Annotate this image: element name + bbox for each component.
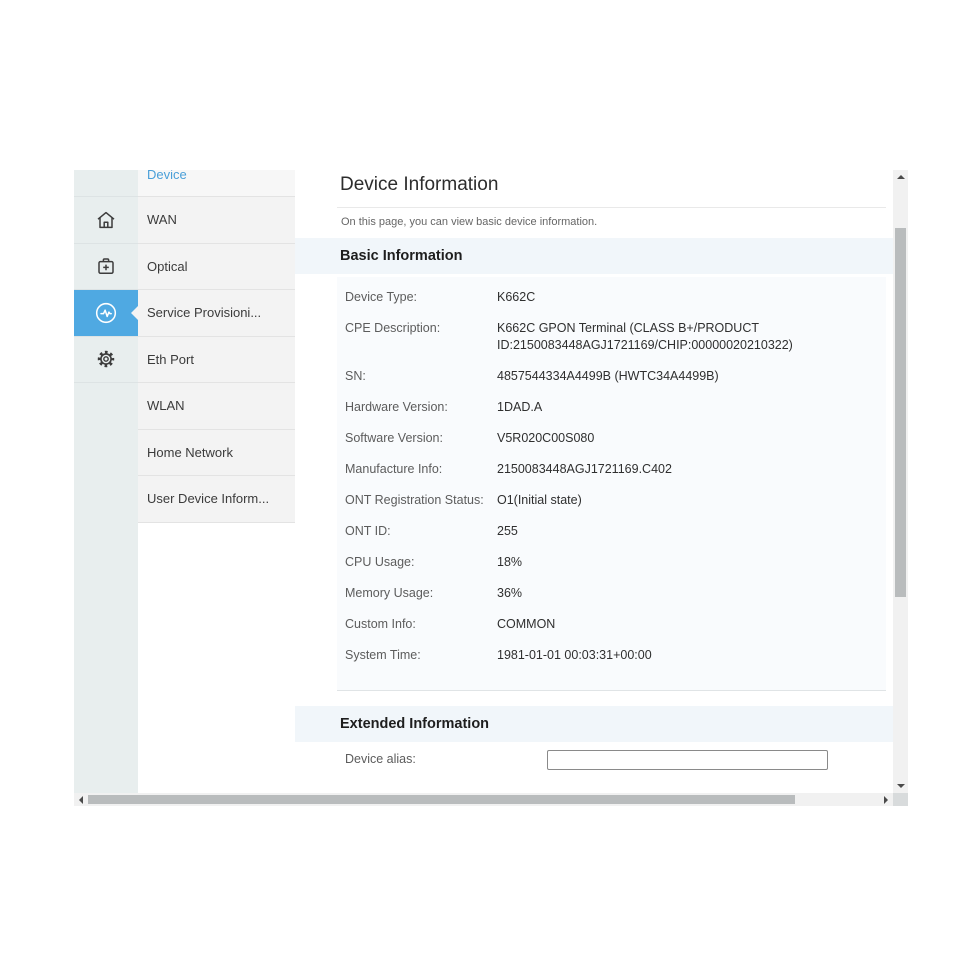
field-value: 1981-01-01 00:03:31+00:00 xyxy=(497,647,877,664)
rail-item-settings[interactable] xyxy=(74,337,138,384)
sidebar-item-optical[interactable]: Optical xyxy=(138,244,295,291)
field-label: Device Type: xyxy=(345,289,497,306)
scroll-down-button[interactable] xyxy=(893,779,908,793)
field-value: 2150083448AGJ1721169.C402 xyxy=(497,461,877,478)
basic-information-panel: Device Type:K662CCPE Description:K662C G… xyxy=(337,277,886,691)
field-row: CPE Description:K662C GPON Terminal (CLA… xyxy=(337,313,886,361)
icon-rail xyxy=(74,170,138,793)
field-row: SN:4857544334A4499B (HWTC34A4499B) xyxy=(337,361,886,392)
sidebar-item-wlan[interactable]: WLAN xyxy=(138,383,295,430)
scroll-up-button[interactable] xyxy=(893,170,908,184)
sidebar-item-label: WAN xyxy=(147,212,177,227)
field-value: 255 xyxy=(497,523,877,540)
field-label: Custom Info: xyxy=(345,616,497,633)
field-label: Hardware Version: xyxy=(345,399,497,416)
vertical-scroll-thumb[interactable] xyxy=(895,228,906,597)
service-add-icon xyxy=(94,254,118,278)
field-row: Manufacture Info:2150083448AGJ1721169.C4… xyxy=(337,454,886,485)
sidebar-item-label: Service Provisioni... xyxy=(147,305,261,320)
scrollbar-corner xyxy=(893,793,908,806)
rail-item-statistics-selected[interactable] xyxy=(74,290,138,337)
sidebar-item-label: Optical xyxy=(147,259,187,274)
field-row: Hardware Version:1DAD.A xyxy=(337,392,886,423)
field-label: Software Version: xyxy=(345,430,497,447)
arrow-left-icon xyxy=(79,796,83,804)
device-alias-label: Device alias: xyxy=(345,752,497,766)
sidebar-item-service-provisioni[interactable]: Service Provisioni... xyxy=(138,290,295,337)
sidebar-item-device[interactable]: Device xyxy=(138,170,295,197)
field-row: Memory Usage:36% xyxy=(337,578,886,609)
sidebar-item-label: Eth Port xyxy=(147,352,194,367)
field-row: ONT Registration Status:O1(Initial state… xyxy=(337,485,886,516)
field-label: ONT Registration Status: xyxy=(345,492,497,509)
arrow-up-icon xyxy=(897,175,905,179)
sidebar-item-home-network[interactable]: Home Network xyxy=(138,430,295,477)
sidebar-item-user-device-inform[interactable]: User Device Inform... xyxy=(138,476,295,523)
sidebar-item-label: Home Network xyxy=(147,445,233,460)
field-row: Software Version:V5R020C00S080 xyxy=(337,423,886,454)
field-value: COMMON xyxy=(497,616,877,633)
page-description: On this page, you can view basic device … xyxy=(341,216,597,228)
field-value: 1DAD.A xyxy=(497,399,877,416)
rail-item-home[interactable] xyxy=(74,197,138,244)
arrow-right-icon xyxy=(884,796,888,804)
field-value: 4857544334A4499B (HWTC34A4499B) xyxy=(497,368,877,385)
home-icon xyxy=(94,208,118,232)
sidebar-item-eth-port[interactable]: Eth Port xyxy=(138,337,295,384)
field-label: CPE Description: xyxy=(345,320,497,354)
field-value: 18% xyxy=(497,554,877,571)
sidebar-item-label: User Device Inform... xyxy=(147,491,269,506)
rail-item-services[interactable] xyxy=(74,244,138,291)
field-label: CPU Usage: xyxy=(345,554,497,571)
field-value: K662C GPON Terminal (CLASS B+/PRODUCT ID… xyxy=(497,320,877,354)
horizontal-scroll-thumb[interactable] xyxy=(88,795,795,804)
extended-information-heading: Extended Information xyxy=(340,716,489,732)
statistics-pulse-icon xyxy=(93,300,119,326)
device-alias-row: Device alias: xyxy=(345,748,885,770)
field-row: Device Type:K662C xyxy=(337,282,886,313)
field-value: K662C xyxy=(497,289,877,306)
vertical-scrollbar[interactable] xyxy=(893,170,908,793)
page-title: Device Information xyxy=(340,174,498,196)
field-label: SN: xyxy=(345,368,497,385)
device-alias-input[interactable] xyxy=(547,750,828,770)
field-label: Memory Usage: xyxy=(345,585,497,602)
field-label: Manufacture Info: xyxy=(345,461,497,478)
selected-item-notch xyxy=(131,306,138,320)
field-row: CPU Usage:18% xyxy=(337,547,886,578)
field-row: ONT ID:255 xyxy=(337,516,886,547)
settings-gear-icon xyxy=(93,346,119,372)
field-label: System Time: xyxy=(345,647,497,664)
basic-information-heading: Basic Information xyxy=(340,248,462,264)
sidebar-item-label: Device xyxy=(147,170,187,183)
title-divider xyxy=(337,207,886,208)
field-value: O1(Initial state) xyxy=(497,492,877,509)
sidebar-item-wan[interactable]: WAN xyxy=(138,197,295,244)
extended-information-band: Extended Information xyxy=(295,706,893,742)
sidebar-menu: Device WAN Optical Service Provisioni... Eth… xyxy=(138,170,295,793)
scroll-left-button[interactable] xyxy=(74,793,88,806)
content-area: Device Information On this page, you can… xyxy=(295,170,893,793)
field-row: System Time:1981-01-01 00:03:31+00:00 xyxy=(337,640,886,671)
field-row: Custom Info:COMMON xyxy=(337,609,886,640)
app-window: Device WAN Optical Service Provisioni... Eth… xyxy=(74,170,908,806)
sidebar-item-label: WLAN xyxy=(147,398,185,413)
scroll-right-button[interactable] xyxy=(879,793,893,806)
basic-information-band: Basic Information xyxy=(295,238,893,274)
field-label: ONT ID: xyxy=(345,523,497,540)
field-value: V5R020C00S080 xyxy=(497,430,877,447)
rail-spacer xyxy=(74,170,138,197)
arrow-down-icon xyxy=(897,784,905,788)
horizontal-scrollbar[interactable] xyxy=(74,793,893,806)
field-value: 36% xyxy=(497,585,877,602)
